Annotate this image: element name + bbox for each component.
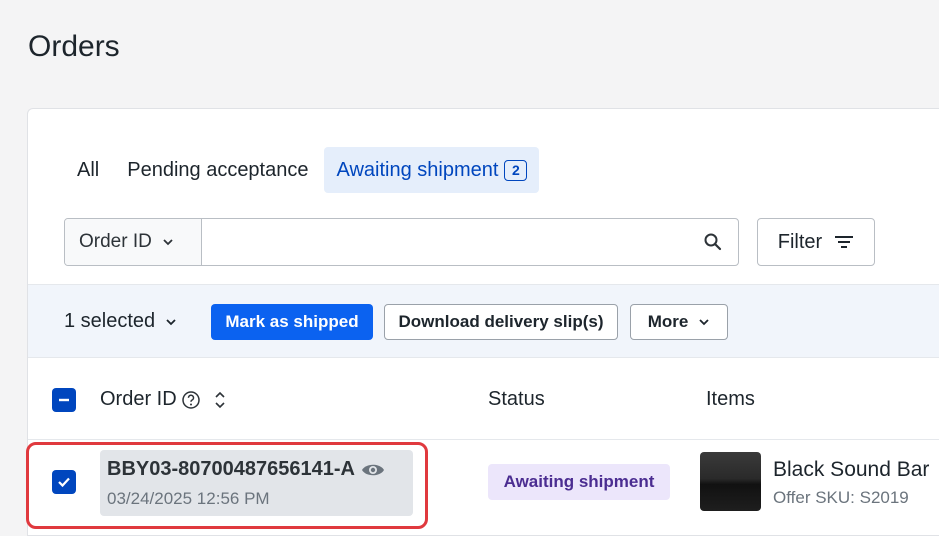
- download-delivery-slips-button[interactable]: Download delivery slip(s): [384, 304, 618, 340]
- order-id-column-header[interactable]: Order ID: [100, 388, 227, 411]
- orders-card: All Pending acceptance Awaiting shipment…: [27, 108, 939, 536]
- search-field-select[interactable]: Order ID: [65, 219, 202, 265]
- tab-all-label: All: [77, 158, 100, 181]
- checkmark-icon: [58, 477, 70, 488]
- search-group: Order ID: [64, 218, 739, 266]
- sort-icon[interactable]: [213, 390, 227, 410]
- selected-count-dropdown[interactable]: 1 selected: [64, 310, 177, 333]
- order-id-header-label: Order ID: [100, 388, 177, 410]
- more-actions-button[interactable]: More: [630, 304, 728, 340]
- table-header: Order ID Status Items: [28, 358, 939, 440]
- search-row: Order ID Filter: [64, 218, 875, 266]
- product-thumbnail: [700, 452, 761, 511]
- chevron-down-icon: [166, 318, 176, 325]
- tab-awaiting-label: Awaiting shipment: [336, 158, 499, 181]
- status-column-header: Status: [488, 388, 545, 410]
- minus-icon: [59, 398, 69, 402]
- mark-as-shipped-button[interactable]: Mark as shipped: [211, 304, 373, 340]
- row-checkbox[interactable]: [52, 470, 76, 494]
- eye-icon[interactable]: [361, 462, 385, 478]
- search-field-label: Order ID: [79, 231, 152, 252]
- tab-pending-acceptance[interactable]: Pending acceptance: [115, 147, 320, 193]
- selected-count-label: 1 selected: [64, 310, 156, 332]
- tab-awaiting-shipment[interactable]: Awaiting shipment 2: [324, 147, 540, 193]
- page-title: Orders: [28, 30, 120, 63]
- status-badge: Awaiting shipment: [488, 464, 670, 500]
- bulk-actions-bar: 1 selected Mark as shipped Download deli…: [28, 284, 939, 358]
- order-id-link[interactable]: BBY03-80700487656141-A: [107, 458, 355, 481]
- table-row[interactable]: BBY03-80700487656141-A 03/24/2025 12:56 …: [28, 440, 939, 535]
- chevron-down-icon: [163, 239, 173, 246]
- item-sku: Offer SKU: S2019: [773, 488, 909, 507]
- tab-pending-label: Pending acceptance: [127, 158, 309, 181]
- order-id-cell[interactable]: BBY03-80700487656141-A 03/24/2025 12:56 …: [100, 450, 413, 516]
- order-id-text-wrap: BBY03-80700487656141-A: [107, 458, 413, 481]
- tab-all[interactable]: All: [65, 147, 111, 193]
- chevron-down-icon: [699, 319, 709, 326]
- search-input[interactable]: [202, 219, 688, 265]
- search-button[interactable]: [688, 219, 738, 265]
- select-all-checkbox[interactable]: [52, 388, 76, 412]
- item-name: Black Sound Bar: [773, 458, 930, 481]
- search-icon: [704, 233, 722, 251]
- help-icon[interactable]: [181, 390, 201, 410]
- tab-count-badge: 2: [504, 159, 528, 181]
- status-tabs: All Pending acceptance Awaiting shipment…: [65, 147, 543, 193]
- filter-icon: [835, 236, 854, 248]
- filter-button[interactable]: Filter: [757, 218, 875, 266]
- items-column-header: Items: [706, 388, 755, 410]
- more-label: More: [647, 312, 689, 331]
- order-date: 03/24/2025 12:56 PM: [107, 489, 270, 508]
- filter-label: Filter: [777, 230, 823, 253]
